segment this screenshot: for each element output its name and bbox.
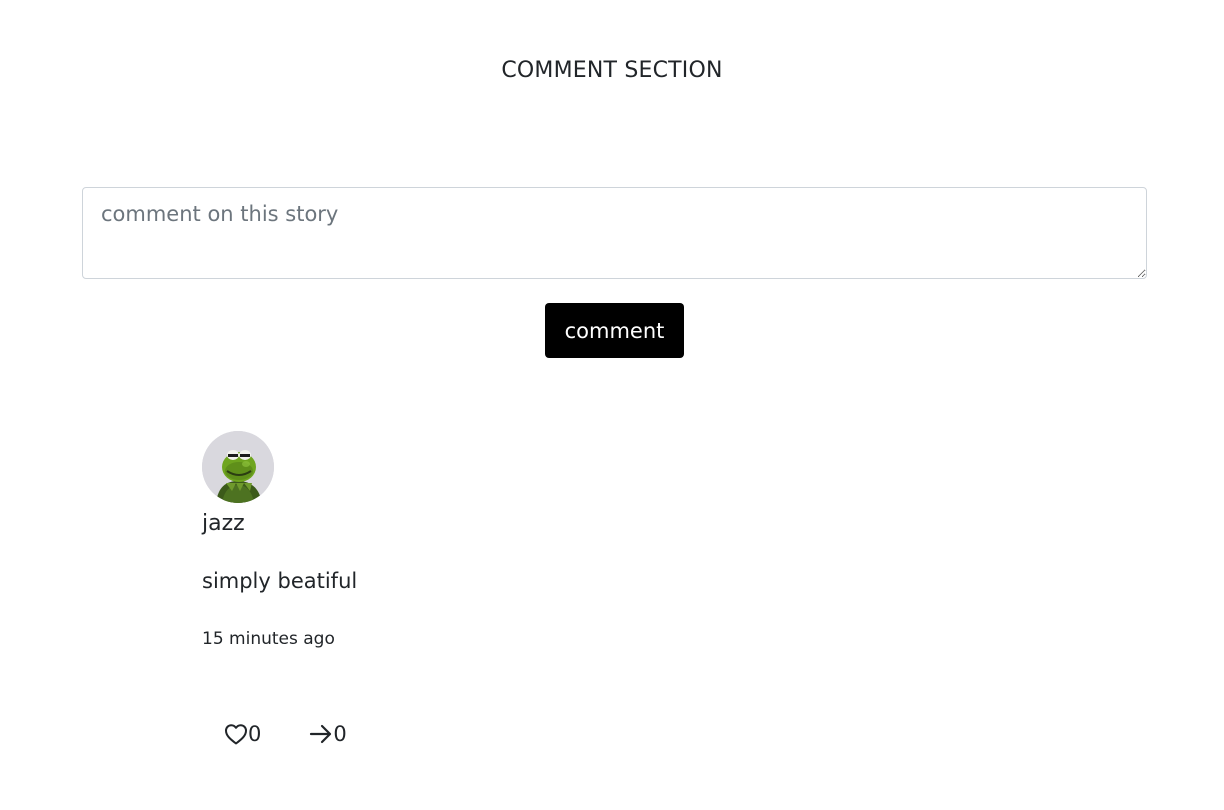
comment-card: jazz simply beatiful 15 minutes ago (202, 431, 1102, 649)
avatar[interactable] (202, 431, 274, 503)
kermit-frog-avatar (202, 431, 274, 503)
share-count: 0 (333, 722, 347, 746)
comment-author[interactable]: jazz (202, 511, 1102, 537)
like-button[interactable]: 0 (224, 722, 261, 746)
share-button[interactable]: 0 (309, 722, 347, 746)
comment-actions: 0 0 (224, 722, 347, 746)
comment-text: simply beatiful (202, 569, 358, 594)
heart-outline-icon (225, 724, 247, 745)
comment-input[interactable] (82, 187, 1147, 279)
comment-button[interactable]: comment (545, 303, 684, 358)
comment-timestamp: 15 minutes ago (202, 628, 335, 649)
page-title: COMMENT SECTION (501, 58, 723, 83)
like-count: 0 (248, 722, 262, 746)
arrow-right-icon (310, 724, 332, 744)
